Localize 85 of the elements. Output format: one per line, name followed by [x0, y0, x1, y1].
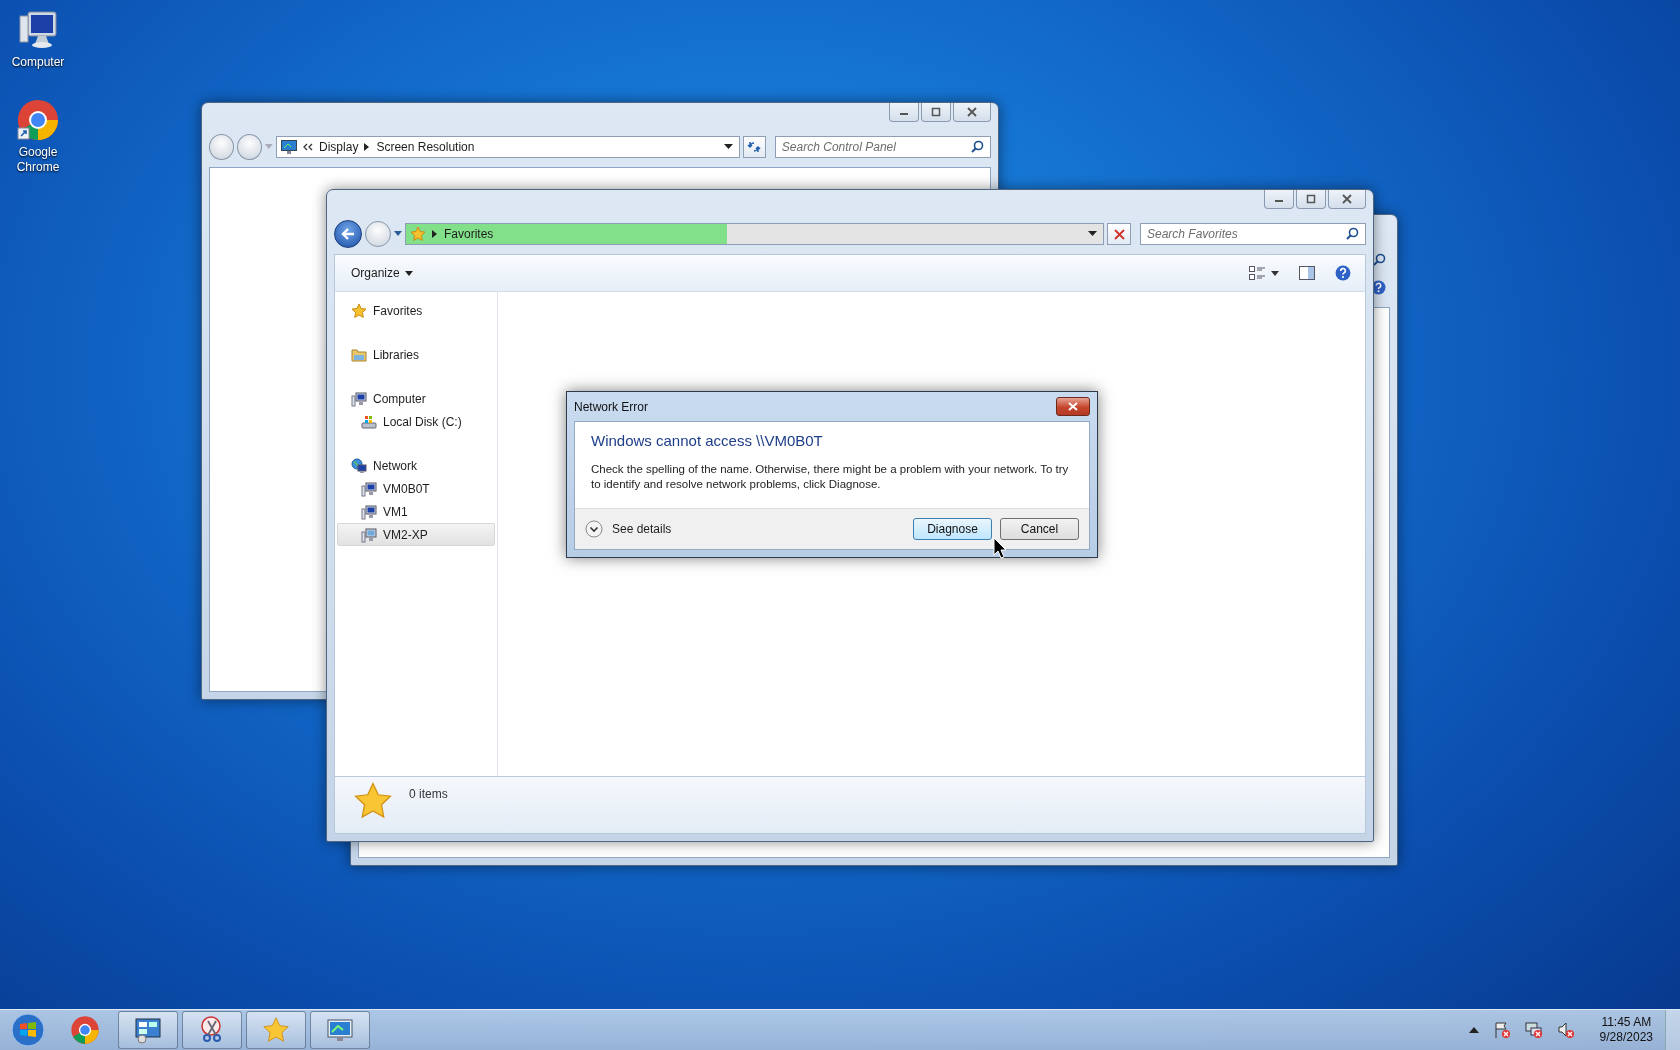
- breadcrumb-item[interactable]: Favorites: [444, 227, 494, 241]
- maximize-button[interactable]: [1296, 190, 1326, 209]
- speaker-muted-icon[interactable]: [1556, 1021, 1575, 1039]
- chevron-icon: [303, 143, 314, 151]
- computer-icon: [361, 526, 377, 543]
- sidebar-item[interactable]: Favorites: [337, 299, 495, 322]
- taskbar-button[interactable]: [182, 1011, 242, 1049]
- search-icon: [1346, 227, 1359, 240]
- refresh-icon: [747, 140, 762, 154]
- close-icon: [1068, 402, 1078, 411]
- chrome-icon: [16, 98, 60, 142]
- folder-icon: [351, 346, 367, 363]
- arrow-left-icon: [341, 228, 355, 240]
- address-bar[interactable]: Favorites: [405, 223, 1104, 245]
- refresh-button[interactable]: [742, 136, 766, 158]
- computer-icon: [361, 503, 377, 520]
- star-icon: [351, 302, 367, 319]
- computer-icon: [351, 390, 367, 407]
- arrow-up-icon[interactable]: [1468, 1026, 1479, 1034]
- star-icon: [410, 226, 426, 242]
- caret-icon: [723, 144, 733, 150]
- minimize-button[interactable]: [1264, 190, 1294, 209]
- clock[interactable]: 11:45 AM 9/28/2023: [1599, 1015, 1653, 1045]
- maximize-icon: [931, 107, 941, 117]
- caret-icon: [265, 144, 274, 150]
- caret-icon: [394, 231, 402, 237]
- list-icon: [1249, 266, 1265, 280]
- monitor-icon: [326, 1016, 354, 1044]
- close-button[interactable]: [1328, 190, 1366, 209]
- computer-icon: [361, 480, 377, 497]
- sidebar-item[interactable]: Local Disk (C:): [337, 410, 495, 433]
- chevron-icon: [432, 230, 438, 238]
- search-field[interactable]: Search Favorites: [1140, 223, 1366, 245]
- breadcrumb-item[interactable]: Screen Resolution: [376, 140, 475, 154]
- caret-icon: [404, 270, 413, 276]
- stop-button[interactable]: [1107, 223, 1131, 245]
- dialog-heading: Windows cannot access \\VM0B0T: [591, 432, 824, 449]
- help-icon: [1335, 265, 1351, 281]
- close-button[interactable]: [1056, 397, 1090, 416]
- sidebar-item[interactable]: Computer: [337, 387, 495, 410]
- maximize-icon: [1306, 194, 1316, 204]
- sidebar-item[interactable]: Libraries: [337, 343, 495, 366]
- taskbar-button[interactable]: [118, 1011, 178, 1049]
- close-icon: [1113, 228, 1125, 240]
- star-icon: [262, 1016, 290, 1044]
- chevron-down-icon: [585, 520, 603, 538]
- close-icon: [1342, 194, 1352, 204]
- back-button[interactable]: [334, 220, 362, 248]
- taskbar-button[interactable]: [246, 1011, 306, 1049]
- chrome-icon: [70, 1015, 100, 1045]
- sidebar-item[interactable]: VM1: [337, 500, 495, 523]
- sidebar-item[interactable]: Network: [337, 454, 495, 477]
- item-count: 0 items: [409, 786, 448, 801]
- dialog-title: Network Error: [574, 399, 648, 414]
- details-toggle[interactable]: See details: [585, 520, 672, 538]
- error-message: Check the spelling of the name. Otherwise, there might be a problem with your network. To try to identify and resolve network problems, click Diagnose.: [591, 462, 1070, 492]
- windows-logo-icon: [11, 1013, 45, 1047]
- taskbar-button[interactable]: [310, 1011, 370, 1049]
- caret-icon: [1271, 270, 1279, 276]
- breadcrumb-item[interactable]: Display: [319, 140, 359, 154]
- sidebar-item[interactable]: VM0B0T: [337, 477, 495, 500]
- sidebar-item[interactable]: VM2-XP: [337, 523, 495, 546]
- organize-menu[interactable]: Organize: [345, 263, 419, 283]
- control-panel-icon: [134, 1016, 162, 1044]
- drive-icon: [361, 413, 377, 430]
- address-bar[interactable]: Display Screen Resolution: [276, 136, 740, 158]
- maximize-button[interactable]: [921, 103, 951, 122]
- dialog-button[interactable]: Cancel: [1000, 518, 1079, 540]
- monitor-icon: [281, 140, 298, 154]
- star-icon: [353, 781, 393, 821]
- flag-icon[interactable]: [1492, 1021, 1511, 1039]
- chevron-icon: [364, 143, 371, 151]
- minimize-button[interactable]: [889, 103, 919, 122]
- network-icon[interactable]: [1524, 1021, 1543, 1039]
- caret-icon: [1088, 231, 1097, 237]
- close-button[interactable]: [953, 103, 991, 122]
- desktop-shortcut[interactable]: Google Chrome: [4, 98, 72, 175]
- close-icon: [967, 107, 977, 117]
- desktop-shortcut[interactable]: Computer: [4, 8, 72, 70]
- dialog-button[interactable]: Diagnose: [913, 518, 992, 540]
- search-icon: [971, 140, 984, 153]
- search-icon: [1373, 252, 1386, 266]
- search-field[interactable]: Search Control Panel: [774, 136, 991, 158]
- pane-icon: [1299, 266, 1315, 280]
- network-icon: [351, 457, 367, 474]
